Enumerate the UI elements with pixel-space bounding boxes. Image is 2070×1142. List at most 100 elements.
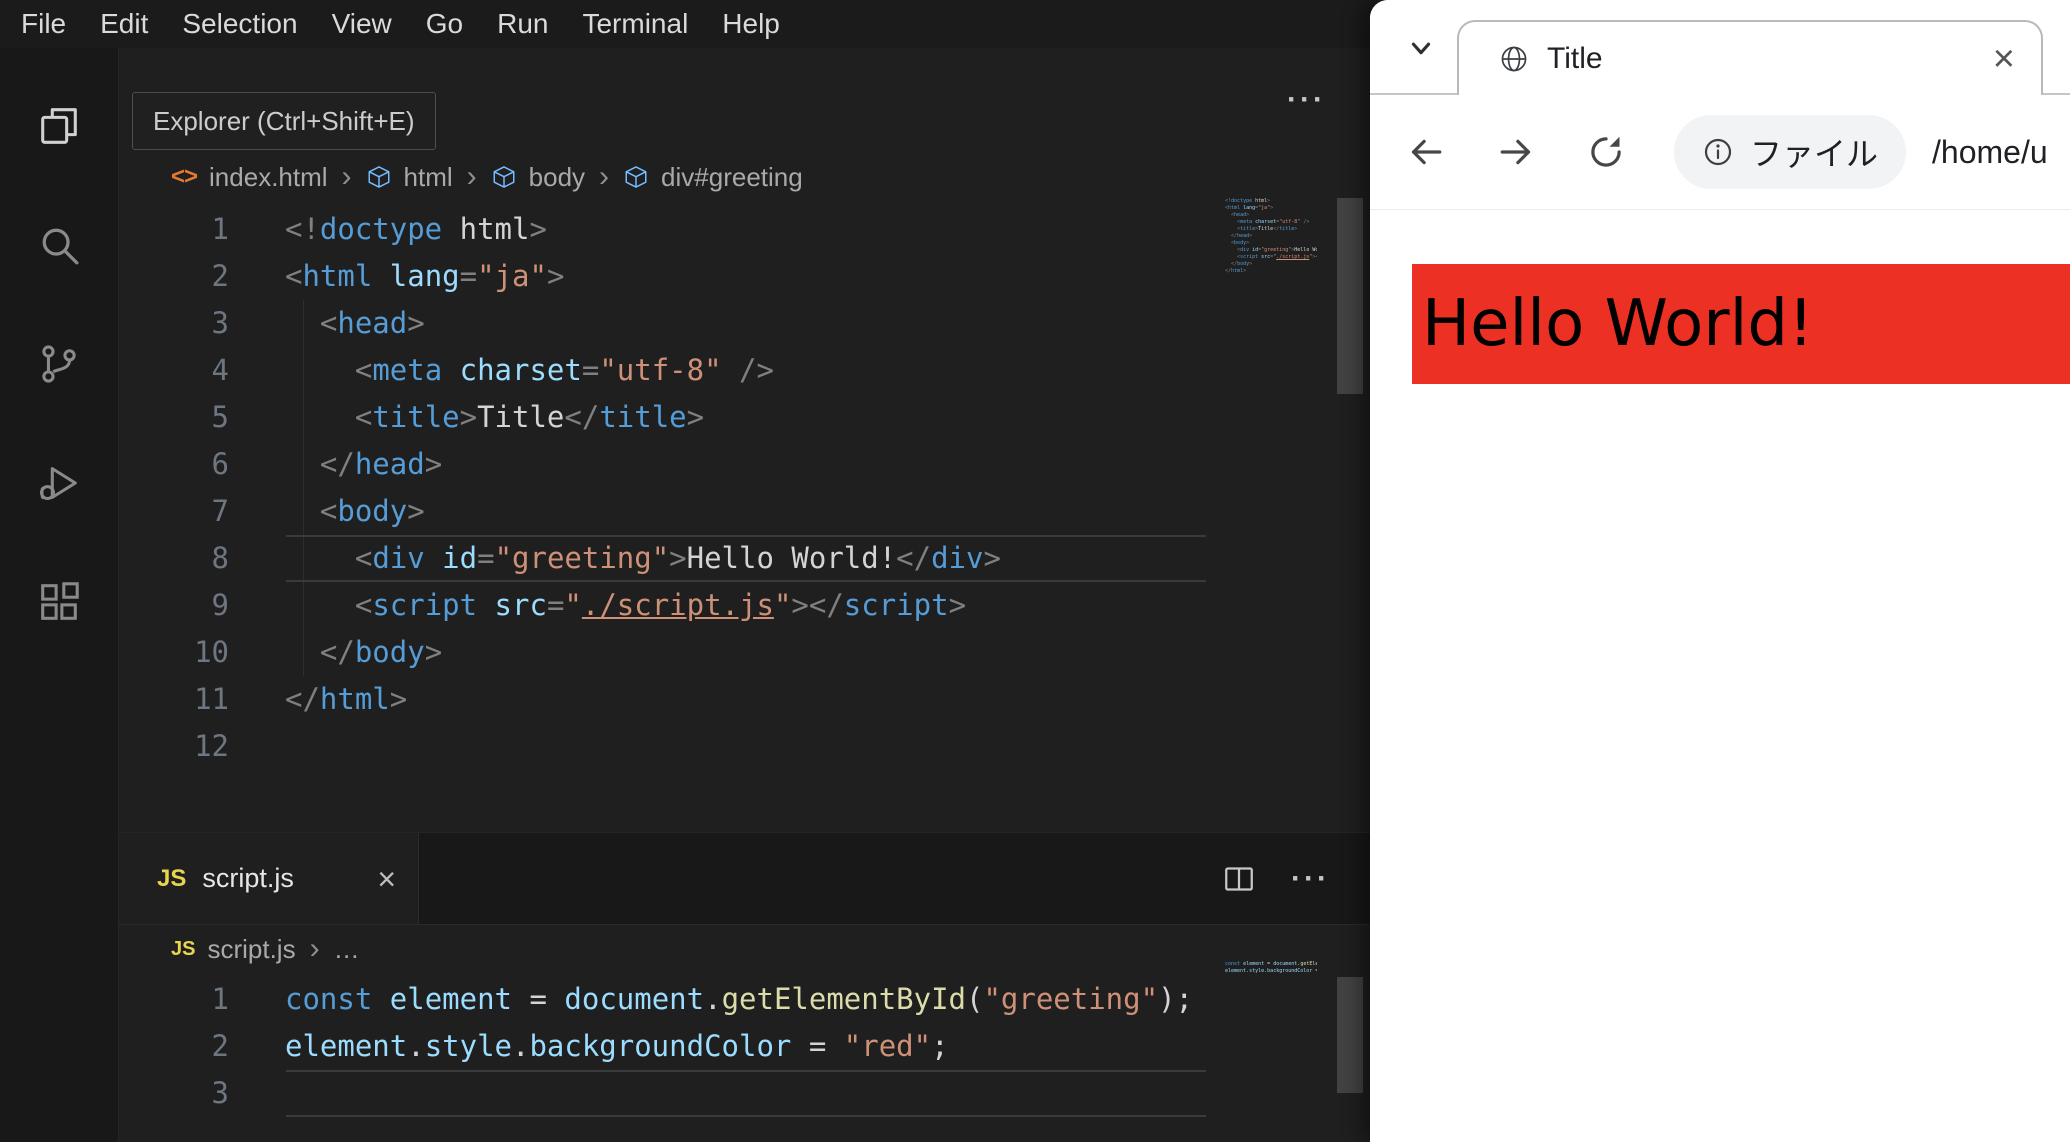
- site-info-label: ファイル: [1750, 136, 1879, 172]
- code-line-3[interactable]: 3 <head>: [119, 300, 1370, 347]
- code-line-7[interactable]: 7 <body>: [119, 488, 1370, 535]
- code-line-1[interactable]: 1 const element = document.getElementById…: [119, 976, 1370, 1023]
- breadcrumb-separator-icon: ›: [341, 160, 352, 193]
- tab-close-icon[interactable]: ×: [377, 863, 396, 895]
- line-number: 4: [211, 353, 229, 387]
- browser-toolbar: ファイル /home/u: [1370, 95, 2070, 210]
- code-line-8[interactable]: 8 <div id="greeting">Hello World!</div>: [119, 535, 1370, 582]
- menu-selection[interactable]: Selection: [165, 8, 314, 40]
- line-number: 8: [211, 541, 229, 575]
- code-line-5[interactable]: 5 <title>Title</title>: [119, 394, 1370, 441]
- vscode-window: File Edit Selection View Go Run Terminal…: [0, 0, 1370, 1142]
- browser-tab[interactable]: Title ×: [1457, 20, 2043, 95]
- minimap[interactable]: const element = document.getElementById(…: [1225, 961, 1317, 1001]
- source-control-icon: [42, 344, 76, 383]
- code-line-11[interactable]: 11 </html>: [119, 676, 1370, 723]
- extensions-button[interactable]: [0, 542, 118, 661]
- breadcrumb-body[interactable]: body: [529, 162, 585, 193]
- menu-terminal[interactable]: Terminal: [565, 8, 705, 40]
- screen: File Edit Selection View Go Run Terminal…: [0, 0, 2070, 1142]
- tab-label: script.js: [202, 863, 294, 893]
- menu-help[interactable]: Help: [705, 8, 797, 40]
- code-line-2[interactable]: 2 <html lang="ja">: [119, 253, 1370, 300]
- breadcrumb-file[interactable]: script.js: [207, 934, 295, 965]
- line-number: 11: [194, 682, 229, 716]
- explorer-icon: [41, 107, 77, 144]
- code-line-6[interactable]: 6 </head>: [119, 441, 1370, 488]
- breadcrumb-separator-icon: ›: [599, 160, 610, 193]
- browser-window: Title × ファイル /home/u Hello World!: [1370, 0, 2070, 1142]
- symbol-box-icon: [625, 166, 647, 188]
- extensions-icon: [41, 581, 79, 620]
- menu-bar: File Edit Selection View Go Run Terminal…: [0, 0, 1370, 48]
- run-debug-button[interactable]: [0, 423, 118, 542]
- line-number: 2: [211, 1029, 229, 1063]
- line-number: 3: [211, 1076, 229, 1110]
- code-line-12[interactable]: 12: [119, 723, 1370, 770]
- editor-js-code[interactable]: 1 const element = document.getElementById…: [119, 976, 1370, 1117]
- editor-area: ··· <> index.html › html › body › div#gr…: [119, 48, 1370, 1142]
- editor-js-actions: ···: [1221, 833, 1370, 924]
- js-icon: JS: [171, 937, 196, 960]
- info-icon: [1704, 138, 1732, 166]
- reload-icon: [1591, 136, 1621, 167]
- scrollbar[interactable]: [1337, 198, 1363, 394]
- search-icon: [42, 228, 79, 264]
- menu-view[interactable]: View: [315, 8, 409, 40]
- code-line-4[interactable]: 4 <meta charset="utf-8" />: [119, 347, 1370, 394]
- run-debug-icon: [40, 466, 77, 500]
- line-number: 7: [211, 494, 229, 528]
- forward-button[interactable]: [1494, 130, 1538, 174]
- back-icon: [1411, 139, 1442, 165]
- code-line-10[interactable]: 10 </body>: [119, 629, 1370, 676]
- back-button[interactable]: [1404, 130, 1448, 174]
- code-line-9[interactable]: 9 <script src="./script.js"></script>: [119, 582, 1370, 629]
- code-line-1[interactable]: 1 <!doctype html>: [119, 206, 1370, 253]
- menu-edit[interactable]: Edit: [83, 8, 165, 40]
- chevron-down-icon[interactable]: [1406, 33, 1436, 68]
- activity-bar: [0, 48, 119, 1142]
- editor-html-code[interactable]: 1 <!doctype html> 2 <html lang="ja"> 3 <head…: [119, 206, 1370, 770]
- site-info-chip[interactable]: ファイル: [1674, 115, 1907, 189]
- breadcrumb: <> index.html › html › body › div#greeti…: [119, 152, 1370, 202]
- menu-run[interactable]: Run: [480, 8, 565, 40]
- reload-button[interactable]: [1584, 130, 1628, 174]
- browser-tab-strip: Title ×: [1370, 0, 2070, 95]
- globe-icon: [1501, 46, 1527, 71]
- symbol-box-icon: [493, 166, 515, 188]
- explorer-tooltip: Explorer (Ctrl+Shift+E): [132, 92, 436, 150]
- menu-go[interactable]: Go: [409, 8, 480, 40]
- line-number: 2: [211, 259, 229, 293]
- code-line-3[interactable]: 3: [119, 1070, 1370, 1117]
- code-line-2[interactable]: 2 element.style.backgroundColor = "red";: [119, 1023, 1370, 1070]
- line-number: 12: [194, 729, 229, 763]
- breadcrumb-separator-icon: ›: [466, 160, 477, 193]
- editor-actions-more-icon[interactable]: ···: [1291, 862, 1330, 896]
- address-url[interactable]: /home/u: [1932, 134, 2048, 171]
- forward-icon: [1500, 139, 1531, 165]
- scrollbar[interactable]: [1337, 977, 1363, 1093]
- breadcrumb-div-greeting[interactable]: div#greeting: [661, 162, 803, 193]
- browser-tab-title: Title: [1547, 41, 1603, 75]
- line-number: 10: [194, 635, 229, 669]
- html-file-icon: <>: [171, 163, 198, 190]
- line-number: 1: [211, 212, 229, 246]
- explorer-button[interactable]: [0, 66, 118, 185]
- split-editor-icon[interactable]: [1221, 861, 1257, 897]
- js-icon: JS: [157, 864, 187, 892]
- greeting-div: Hello World!: [1412, 264, 2070, 384]
- breadcrumb-file[interactable]: index.html: [209, 162, 328, 193]
- tab-script-js[interactable]: JS script.js ×: [119, 833, 419, 924]
- breadcrumb-html[interactable]: html: [404, 162, 453, 193]
- line-number: 1: [211, 982, 229, 1016]
- symbol-box-icon: [368, 166, 390, 188]
- tab-close-icon[interactable]: ×: [1993, 40, 2015, 78]
- menu-file[interactable]: File: [4, 8, 83, 40]
- source-control-button[interactable]: [0, 304, 118, 423]
- line-number: 9: [211, 588, 229, 622]
- breadcrumb-ellipsis[interactable]: …: [334, 934, 360, 965]
- line-number: 3: [211, 306, 229, 340]
- search-button[interactable]: [0, 185, 118, 304]
- editor-actions-more-icon[interactable]: ···: [1287, 83, 1326, 117]
- minimap[interactable]: <!doctype html> <html lang="ja"> <head> <…: [1225, 198, 1317, 290]
